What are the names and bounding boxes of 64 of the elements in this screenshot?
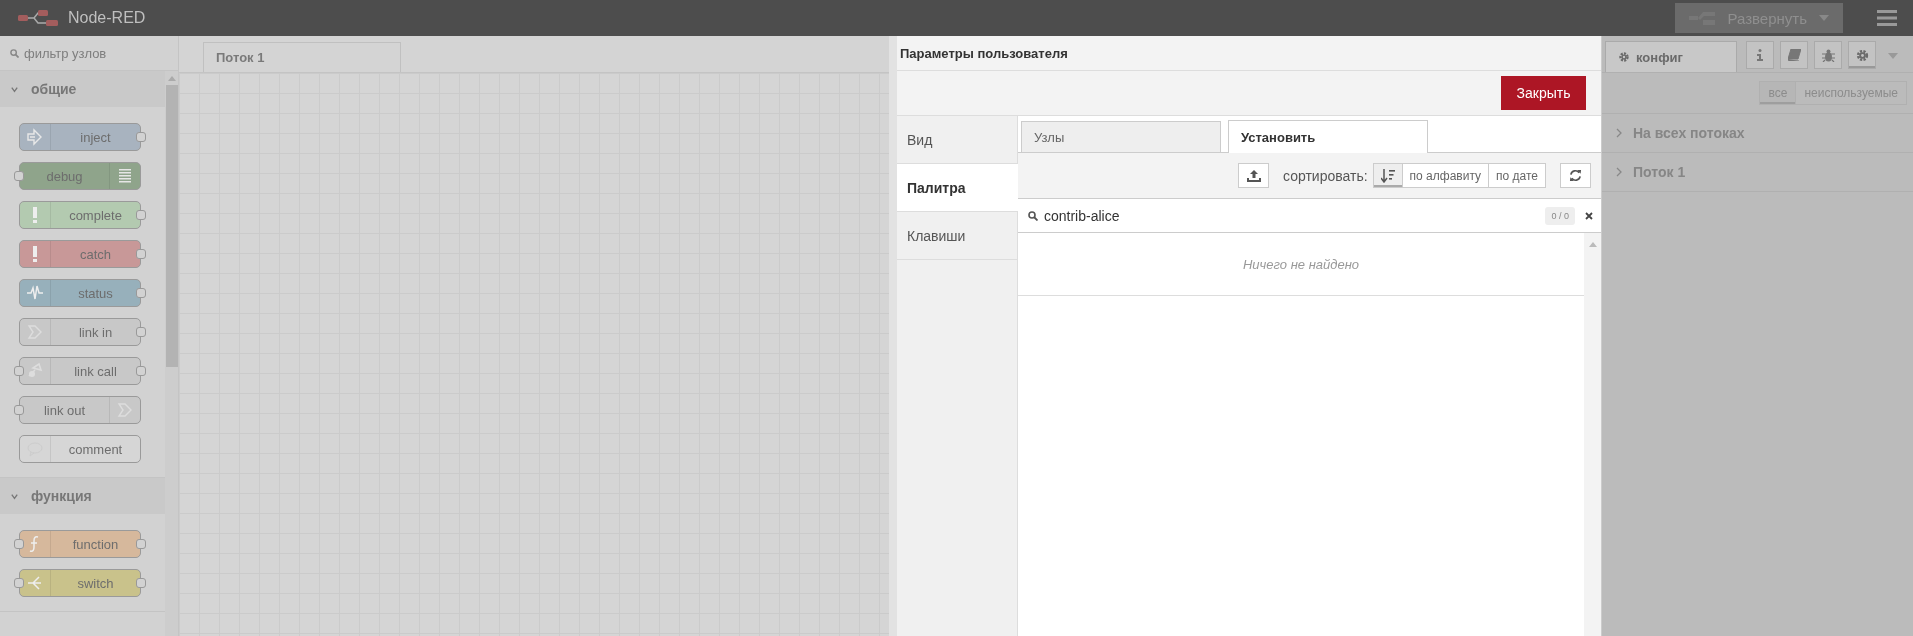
refresh-button[interactable] [1560,163,1591,188]
settings-icon [1855,48,1869,62]
palette-node[interactable]: comment [19,435,141,463]
palette-node[interactable]: link in [19,318,141,346]
palette-node[interactable]: link out [19,396,141,424]
sort-option[interactable]: по дате [1488,163,1546,188]
sidebar-tab[interactable]: конфиг [1605,41,1737,72]
logo-icon [18,10,58,26]
settings-icon [1618,51,1630,63]
search-icon [10,48,19,58]
node-port[interactable] [136,249,146,259]
menu-icon[interactable] [1877,10,1897,26]
chevron-icon [10,491,19,501]
dialog-title: Параметры пользователя [897,36,1601,71]
settings-section[interactable]: Клавиши [897,212,1017,260]
palette-node[interactable]: function [19,530,141,558]
node-port[interactable] [136,366,146,376]
palette-node[interactable]: catch [19,240,141,268]
palette-node[interactable]: inject [19,123,141,151]
palette-node[interactable]: status [19,279,141,307]
chevron-icon [1616,167,1623,177]
book-icon [1787,49,1801,61]
result-count: 0 / 0 [1545,206,1575,225]
sort-icon [1380,168,1395,183]
node-port[interactable] [136,210,146,220]
palette-node[interactable]: link call [19,357,141,385]
chevron-icon [10,84,19,94]
empty-message: Ничего не найдено [1018,233,1584,296]
upload-icon [1246,169,1261,182]
palette-node[interactable]: switch [19,569,141,597]
scrollbar-thumb[interactable] [165,85,178,367]
clear-icon[interactable] [1585,211,1593,220]
bug-icon [1821,48,1835,62]
scroll-up-icon[interactable] [1588,241,1597,247]
category-header[interactable]: общие [0,71,165,107]
node-port[interactable] [136,327,146,337]
refresh-icon [1569,169,1582,182]
palette-tab[interactable]: Узлы [1021,121,1221,152]
filter-field[interactable]: фильтр узлов [24,45,164,61]
upload-button[interactable] [1238,163,1269,188]
caret-icon [1819,15,1829,21]
caret-icon[interactable] [1888,53,1898,59]
node-port[interactable] [136,288,146,298]
chevron-icon [1616,128,1623,138]
node-port[interactable] [136,539,146,549]
app-title: Node-RED [68,9,146,27]
settings-section[interactable]: Палитра [897,164,1018,212]
info-icon [1756,49,1764,61]
palette-node[interactable]: complete [19,201,141,229]
sidebar-icon-tab[interactable] [1746,41,1774,69]
close-button[interactable]: Закрыть [1501,76,1586,110]
sidebar-icon-tab[interactable] [1780,41,1808,69]
category-header[interactable]: функция [0,478,165,514]
scroll-up-icon[interactable] [167,75,176,81]
sort-option[interactable]: по алфавиту [1401,163,1490,188]
sort-label: сортировать: [1283,167,1368,184]
sidebar-icon-tab[interactable] [1848,41,1876,69]
flow-tab[interactable]: Поток 1 [203,42,401,72]
sort-toggle[interactable] [1372,163,1403,188]
node-port[interactable] [136,132,146,142]
palette-tab[interactable]: Установить [1228,120,1428,153]
node-port[interactable] [136,578,146,588]
search-icon [1028,210,1038,221]
sidebar-icon-tab[interactable] [1814,41,1842,69]
